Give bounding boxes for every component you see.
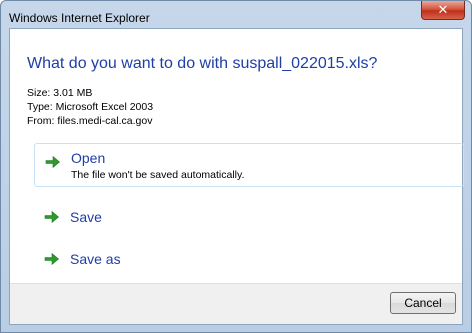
cancel-button[interactable]: Cancel	[390, 292, 456, 314]
save-option-label: Save	[70, 209, 102, 225]
title-bar[interactable]: Windows Internet Explorer ✕	[1, 1, 471, 27]
file-info: Size: 3.01 MB Type: Microsoft Excel 2003…	[27, 86, 153, 128]
file-source: From: files.medi-cal.ca.gov	[27, 115, 153, 127]
green-arrow-icon	[45, 155, 60, 169]
dialog-footer: Cancel	[10, 283, 462, 324]
save-as-option-label: Save as	[70, 251, 121, 267]
open-option-description: The file won't be saved automatically.	[71, 169, 245, 181]
open-option-label: Open	[71, 150, 106, 166]
green-arrow-icon	[44, 252, 59, 266]
dialog-heading: What do you want to do with suspall_0220…	[27, 55, 378, 72]
save-as-option[interactable]: Save as	[34, 241, 464, 285]
dialog-body: What do you want to do with suspall_0220…	[9, 28, 464, 325]
file-type: Type: Microsoft Excel 2003	[27, 101, 154, 113]
close-icon: ✕	[437, 2, 449, 17]
ie-download-dialog: Windows Internet Explorer ✕ What do you …	[0, 0, 472, 333]
close-button[interactable]: ✕	[421, 1, 465, 20]
green-arrow-icon	[44, 210, 59, 224]
save-option[interactable]: Save	[34, 199, 464, 243]
window-title: Windows Internet Explorer	[9, 11, 150, 25]
open-option[interactable]: Open The file won't be saved automatical…	[34, 143, 464, 187]
file-size: Size: 3.01 MB	[27, 87, 93, 99]
